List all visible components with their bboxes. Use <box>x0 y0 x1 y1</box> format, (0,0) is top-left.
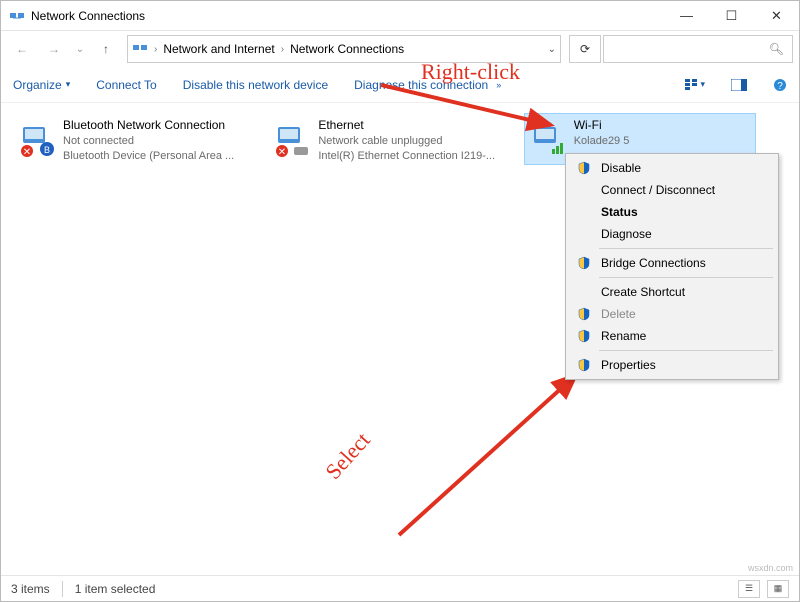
item-count: 3 items <box>11 582 50 596</box>
connection-name: Wi-Fi <box>574 117 630 134</box>
minimize-button[interactable]: — <box>664 1 709 31</box>
svg-text:✕: ✕ <box>278 147 286 158</box>
address-bar[interactable]: › Network and Internet › Network Connect… <box>127 35 561 63</box>
shield-icon <box>573 256 595 270</box>
bluetooth-icon: ✕B <box>17 117 57 161</box>
titlebar: Network Connections — ☐ ✕ <box>1 1 799 31</box>
close-button[interactable]: ✕ <box>754 1 799 31</box>
ctx-properties[interactable]: Properties <box>569 354 775 376</box>
shield-icon <box>573 329 595 343</box>
ctx-shortcut[interactable]: Create Shortcut <box>569 281 775 303</box>
breadcrumb-1[interactable]: Network and Internet <box>163 42 274 56</box>
refresh-button[interactable]: ⟳ <box>569 35 601 63</box>
ctx-status[interactable]: Status <box>569 201 775 223</box>
address-icon <box>132 40 148 59</box>
up-button[interactable]: ↑ <box>91 35 121 63</box>
ctx-delete: Delete <box>569 303 775 325</box>
ethernet-icon: ✕ <box>272 117 312 161</box>
connection-status: Network cable unplugged <box>318 134 495 149</box>
status-bar: 3 items 1 item selected ☰ ▦ <box>1 575 799 601</box>
connect-to-button[interactable]: Connect To <box>96 78 157 92</box>
connection-status: Kolade29 5 <box>574 134 630 149</box>
shield-icon <box>573 161 595 175</box>
watermark: wsxdn.com <box>748 563 793 573</box>
breadcrumb-2[interactable]: Network Connections <box>290 42 404 56</box>
details-view-button[interactable]: ☰ <box>738 580 760 598</box>
disable-device-button[interactable]: Disable this network device <box>183 78 328 92</box>
wifi-icon <box>528 117 568 161</box>
ctx-disable[interactable]: Disable <box>569 157 775 179</box>
separator <box>599 248 773 249</box>
command-bar: Organize▾ Connect To Disable this networ… <box>1 67 799 103</box>
context-menu: Disable Connect / Disconnect Status Diag… <box>565 153 779 380</box>
ctx-rename[interactable]: Rename <box>569 325 775 347</box>
forward-button[interactable]: → <box>39 35 69 63</box>
connection-device: Intel(R) Ethernet Connection I219-... <box>318 149 495 164</box>
connection-device: Bluetooth Device (Personal Area ... <box>63 149 234 164</box>
app-icon <box>9 8 25 24</box>
selected-count: 1 item selected <box>75 582 156 596</box>
ctx-connect[interactable]: Connect / Disconnect <box>569 179 775 201</box>
separator <box>599 350 773 351</box>
ctx-bridge[interactable]: Bridge Connections <box>569 252 775 274</box>
search-icon: 🔍︎ <box>769 42 784 56</box>
shield-icon <box>573 307 595 321</box>
preview-pane-button[interactable] <box>731 79 747 91</box>
connection-status: Not connected <box>63 134 234 149</box>
divider <box>62 581 63 597</box>
tiles-view-button[interactable]: ▦ <box>767 580 789 598</box>
chevron-down-icon[interactable]: ⌄ <box>548 44 556 55</box>
connection-bluetooth[interactable]: ✕B Bluetooth Network Connection Not conn… <box>13 113 265 169</box>
connection-name: Bluetooth Network Connection <box>63 117 234 134</box>
recent-dropdown[interactable]: ⌄ <box>71 35 89 63</box>
annotation-select-label: Select <box>320 427 375 484</box>
organize-menu[interactable]: Organize▾ <box>13 78 70 92</box>
svg-text:?: ? <box>777 81 783 92</box>
diagnose-button[interactable]: Diagnose this connection» <box>354 78 501 92</box>
view-menu[interactable]: ▾ <box>684 78 705 92</box>
nav-row: ← → ⌄ ↑ › Network and Internet › Network… <box>1 31 799 67</box>
maximize-button[interactable]: ☐ <box>709 1 754 31</box>
annotation-select-arrow <box>381 365 591 545</box>
separator <box>599 277 773 278</box>
chevron-icon: › <box>281 44 284 55</box>
window-title: Network Connections <box>31 9 664 23</box>
svg-text:✕: ✕ <box>23 147 31 158</box>
help-button[interactable]: ? <box>773 78 787 92</box>
back-button[interactable]: ← <box>7 35 37 63</box>
connection-name: Ethernet <box>318 117 495 134</box>
shield-icon <box>573 358 595 372</box>
chevron-icon: › <box>154 44 157 55</box>
search-input[interactable]: 🔍︎ <box>603 35 793 63</box>
svg-text:B: B <box>44 145 50 155</box>
ctx-diagnose[interactable]: Diagnose <box>569 223 775 245</box>
connection-ethernet[interactable]: ✕ Ethernet Network cable unplugged Intel… <box>268 113 520 169</box>
